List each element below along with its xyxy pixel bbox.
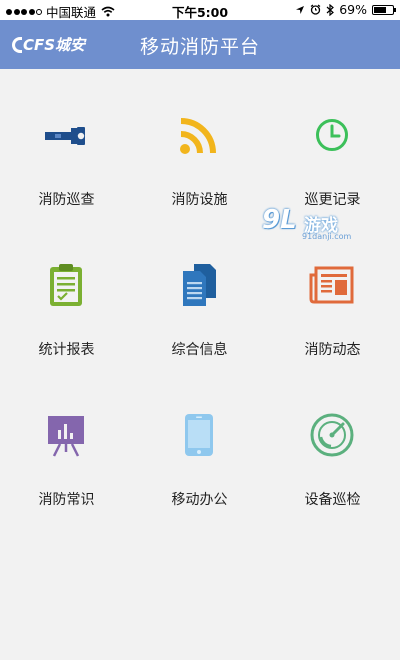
menu-item-equipment-inspection[interactable]: 设备巡检 — [266, 369, 399, 519]
menu-label: 设备巡检 — [304, 492, 361, 508]
watermark: 9L 游戏 91danji.com — [262, 205, 362, 245]
alarm-icon — [310, 4, 321, 15]
menu-item-fire-knowledge[interactable]: 消防常识 — [0, 369, 133, 519]
location-icon — [296, 5, 305, 14]
radar-icon — [306, 409, 358, 461]
menu-label: 消防巡查 — [38, 192, 95, 208]
battery-percent: 69% — [339, 2, 367, 17]
menu-label: 统计报表 — [38, 342, 95, 358]
watermark-url: 91danji.com — [302, 232, 352, 241]
menu-item-patrol-records[interactable]: 巡更记录 — [266, 69, 399, 219]
menu-item-fire-facilities[interactable]: 消防设施 — [133, 69, 266, 219]
flashlight-icon — [40, 109, 92, 161]
documents-icon — [173, 259, 225, 311]
menu-label: 消防设施 — [171, 192, 228, 208]
menu-label: 消防动态 — [304, 342, 361, 358]
menu-label: 消防常识 — [38, 492, 95, 508]
clipboard-icon — [40, 259, 92, 311]
clock-icon — [306, 109, 358, 161]
nav-bar: CFS城安 移动消防平台 — [0, 20, 400, 69]
menu-item-fire-patrol[interactable]: 消防巡查 — [0, 69, 133, 219]
rss-icon — [173, 109, 225, 161]
battery-fill — [374, 6, 387, 13]
menu-item-statistics[interactable]: 统计报表 — [0, 219, 133, 369]
status-right: 69% — [295, 2, 396, 17]
tablet-icon — [173, 409, 225, 461]
menu-item-general-info[interactable]: 综合信息 — [133, 219, 266, 369]
menu-label: 综合信息 — [171, 342, 228, 358]
battery-icon — [372, 4, 396, 15]
menu-label: 移动办公 — [171, 492, 228, 508]
status-bar: 中国联通 下午5:00 69% — [0, 0, 400, 20]
watermark-brand: 9L — [262, 205, 297, 235]
presentation-icon — [40, 409, 92, 461]
menu-item-mobile-office[interactable]: 移动办公 — [133, 369, 266, 519]
bluetooth-icon — [326, 3, 335, 16]
page-title: 移动消防平台 — [139, 36, 260, 58]
newspaper-icon — [306, 259, 358, 311]
